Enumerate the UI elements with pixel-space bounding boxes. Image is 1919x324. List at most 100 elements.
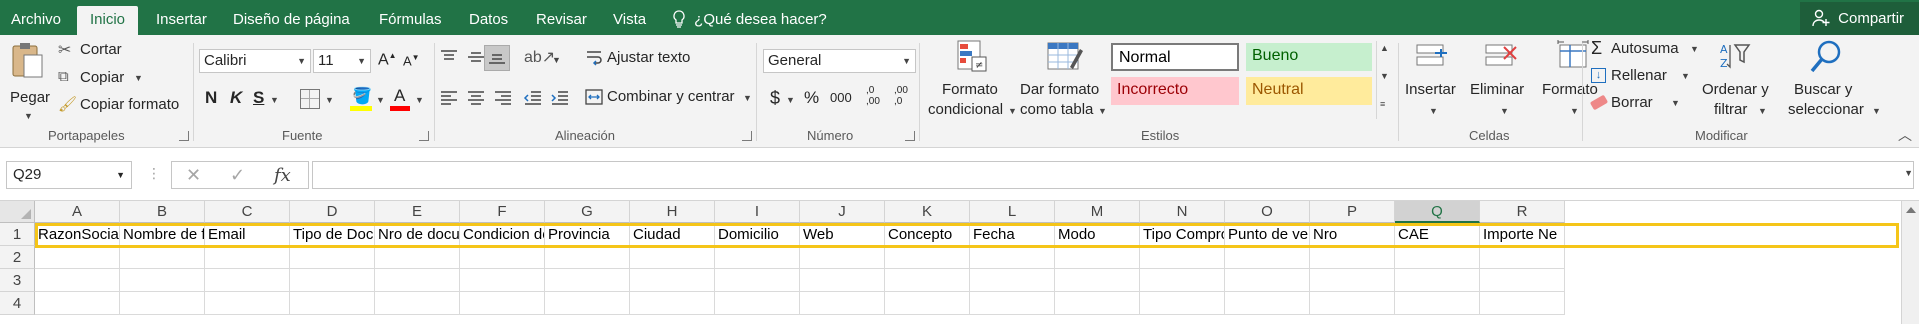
cell-j2[interactable] <box>800 246 885 269</box>
cell-i4[interactable] <box>715 292 800 315</box>
cell-m4[interactable] <box>1055 292 1140 315</box>
cell-e4[interactable] <box>375 292 460 315</box>
column-header-j[interactable]: J <box>800 201 885 223</box>
cell-n2[interactable] <box>1140 246 1225 269</box>
cell-p1[interactable]: Nro <box>1310 223 1395 246</box>
cell-o2[interactable] <box>1225 246 1310 269</box>
cell-e1[interactable]: Nro de docum <box>375 223 460 246</box>
tab-datos[interactable]: Datos <box>467 6 510 35</box>
formula-input[interactable] <box>312 161 1914 189</box>
scroll-up-icon[interactable] <box>1906 207 1916 213</box>
cell-k2[interactable] <box>885 246 970 269</box>
style-good[interactable]: Bueno <box>1246 43 1372 71</box>
delete-cells-button[interactable]: Eliminar ▼ <box>1468 39 1538 123</box>
number-format-combo[interactable]: General ▼ <box>763 49 916 73</box>
column-header-o[interactable]: O <box>1225 201 1310 223</box>
cell-r1[interactable]: Importe Ne <box>1480 223 1565 246</box>
cell-p3[interactable] <box>1310 269 1395 292</box>
column-header-k[interactable]: K <box>885 201 970 223</box>
tab-inicio[interactable]: Inicio <box>77 6 139 35</box>
tab-diseno-pagina[interactable]: Diseño de página <box>231 6 352 35</box>
row-header-3[interactable]: 3 <box>0 269 35 292</box>
clipboard-launcher[interactable] <box>179 131 189 141</box>
column-header-i[interactable]: I <box>715 201 800 223</box>
cell-m2[interactable] <box>1055 246 1140 269</box>
insert-cells-button[interactable]: Insertar ▼ <box>1403 39 1465 123</box>
percent-button[interactable]: % <box>804 88 819 108</box>
expand-formula-icon[interactable]: ▼ <box>1904 168 1913 178</box>
tell-me-box[interactable]: ¿Qué desea hacer? <box>672 6 827 35</box>
cell-o3[interactable] <box>1225 269 1310 292</box>
orientation-icon[interactable]: ab↗ <box>524 47 555 67</box>
cell-q1[interactable]: CAE <box>1395 223 1480 246</box>
column-header-h[interactable]: H <box>630 201 715 223</box>
cell-g2[interactable] <box>545 246 630 269</box>
row-header-2[interactable]: 2 <box>0 246 35 269</box>
decrease-indent-icon[interactable] <box>523 90 543 106</box>
column-header-n[interactable]: N <box>1140 201 1225 223</box>
cell-n4[interactable] <box>1140 292 1225 315</box>
cell-r2[interactable] <box>1480 246 1565 269</box>
gallery-up-icon[interactable]: ▲ <box>1380 43 1389 53</box>
cell-l3[interactable] <box>970 269 1055 292</box>
cell-f2[interactable] <box>460 246 545 269</box>
cell-e2[interactable] <box>375 246 460 269</box>
sort-filter-button[interactable]: AZ Ordenar y filtrar ▼ <box>1700 39 1774 123</box>
borders-button[interactable] <box>300 89 320 109</box>
cell-k4[interactable] <box>885 292 970 315</box>
cell-b2[interactable] <box>120 246 205 269</box>
column-header-q[interactable]: Q <box>1395 201 1480 223</box>
column-header-f[interactable]: F <box>460 201 545 223</box>
paste-dropdown-icon[interactable]: ▼ <box>24 111 33 121</box>
fill-color-button[interactable]: 🪣 <box>350 86 374 112</box>
cell-i3[interactable] <box>715 269 800 292</box>
cell-q4[interactable] <box>1395 292 1480 315</box>
number-launcher[interactable] <box>905 131 915 141</box>
column-header-g[interactable]: G <box>545 201 630 223</box>
cell-h3[interactable] <box>630 269 715 292</box>
cell-c1[interactable]: Email <box>205 223 290 246</box>
cell-l2[interactable] <box>970 246 1055 269</box>
cell-d3[interactable] <box>290 269 375 292</box>
column-header-a[interactable]: A <box>35 201 120 223</box>
orientation-dropdown-icon[interactable]: ▼ <box>552 55 561 65</box>
tab-vista[interactable]: Vista <box>611 6 648 35</box>
borders-dropdown-icon[interactable]: ▼ <box>325 95 334 105</box>
cell-d2[interactable] <box>290 246 375 269</box>
cell-g1[interactable]: Provincia <box>545 223 630 246</box>
fill-color-dropdown-icon[interactable]: ▼ <box>376 95 385 105</box>
gallery-more-icon[interactable]: ≡ <box>1380 99 1385 109</box>
cell-n3[interactable] <box>1140 269 1225 292</box>
cell-o4[interactable] <box>1225 292 1310 315</box>
cell-q2[interactable] <box>1395 246 1480 269</box>
style-bad[interactable]: Incorrecto <box>1111 77 1239 105</box>
cell-m1[interactable]: Modo <box>1055 223 1140 246</box>
cell-q3[interactable] <box>1395 269 1480 292</box>
vertical-scrollbar[interactable] <box>1901 201 1919 324</box>
currency-button[interactable]: $ <box>770 88 780 109</box>
tab-archivo[interactable]: Archivo <box>9 6 63 35</box>
align-middle-icon[interactable] <box>466 49 486 67</box>
cell-d1[interactable]: Tipo de Docur <box>290 223 375 246</box>
column-header-r[interactable]: R <box>1480 201 1565 223</box>
cell-p2[interactable] <box>1310 246 1395 269</box>
decrease-decimal-button[interactable]: ,00 ,0 <box>894 85 908 107</box>
cell-k3[interactable] <box>885 269 970 292</box>
merge-dropdown-icon[interactable]: ▼ <box>743 93 752 103</box>
cell-b1[interactable]: Nombre de fa <box>120 223 205 246</box>
increase-indent-icon[interactable] <box>550 90 570 106</box>
align-right-icon[interactable] <box>493 90 513 106</box>
cell-h2[interactable] <box>630 246 715 269</box>
select-all-button[interactable] <box>0 201 35 223</box>
cell-a3[interactable] <box>35 269 120 292</box>
cell-b4[interactable] <box>120 292 205 315</box>
cancel-icon[interactable]: ✕ <box>186 165 201 186</box>
cell-a2[interactable] <box>35 246 120 269</box>
cell-i1[interactable]: Domicilio <box>715 223 800 246</box>
underline-dropdown-icon[interactable]: ▼ <box>270 95 279 105</box>
cell-l4[interactable] <box>970 292 1055 315</box>
grow-font-icon[interactable]: A▲ <box>378 51 397 69</box>
cell-m3[interactable] <box>1055 269 1140 292</box>
thousands-button[interactable]: 000 <box>830 90 852 105</box>
conditional-format-button[interactable]: ≠ Formato condicional ▼ <box>926 39 1017 123</box>
